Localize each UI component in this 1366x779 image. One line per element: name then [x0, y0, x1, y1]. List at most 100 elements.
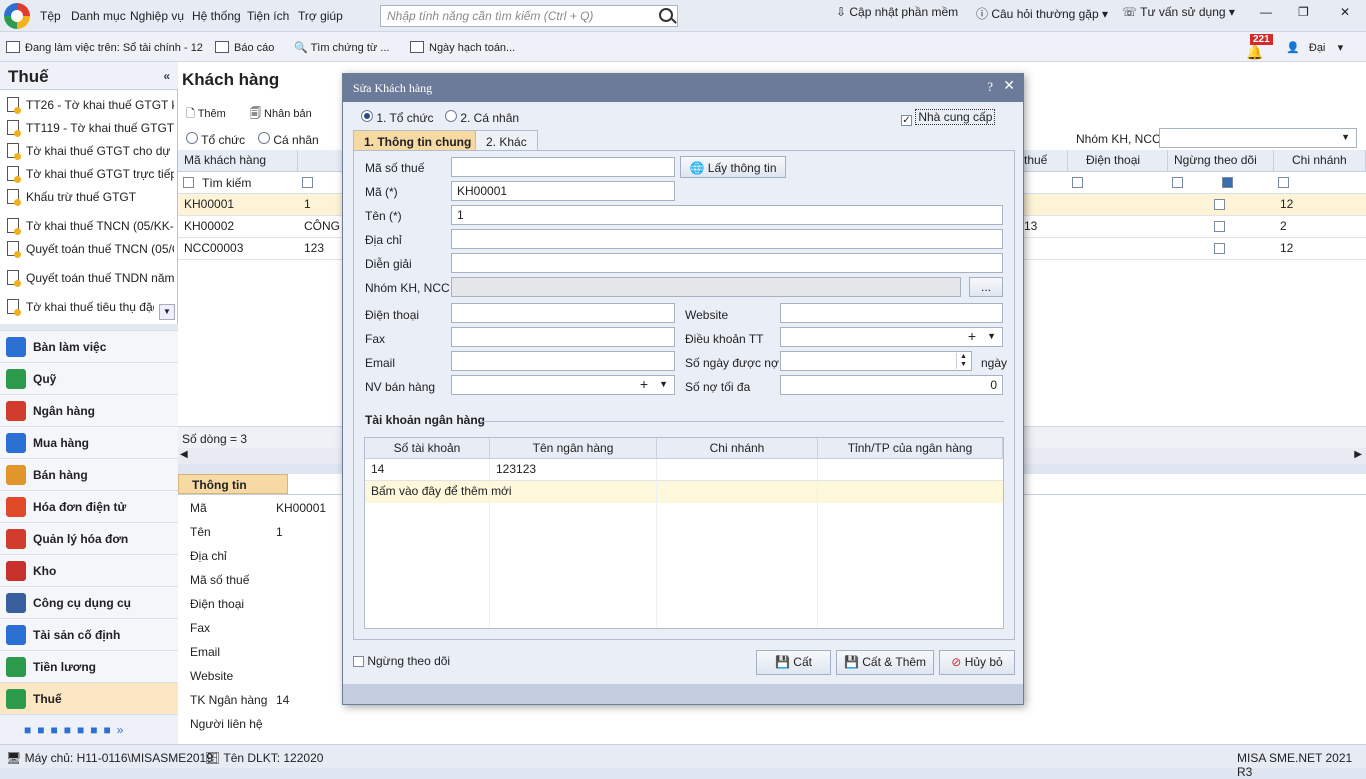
filter-checkbox[interactable]	[1072, 177, 1083, 188]
code-input[interactable]: KH00001	[451, 181, 675, 201]
dialog-close-icon[interactable]: ✕	[1003, 78, 1015, 95]
restore-icon[interactable]: ❐	[1298, 5, 1309, 19]
tax-item[interactable]: Tờ khai thuế tiêu thụ đặc biệt	[4, 297, 154, 319]
col-phone-header[interactable]: Điện thoại	[1068, 150, 1168, 172]
bank-col-branch[interactable]: Chi nhánh	[657, 438, 818, 459]
user-menu[interactable]: 👤 Đại ▾	[1286, 41, 1343, 54]
consult-button[interactable]: ☏ Tư vấn sử dụng ▾	[1122, 5, 1235, 19]
website-input[interactable]	[780, 303, 1003, 323]
bank-col-account[interactable]: Số tài khoản	[365, 438, 490, 459]
bell-icon[interactable]: 🔔	[1246, 44, 1263, 61]
tax-item[interactable]: Tờ khai thuế GTGT cho dự án	[4, 141, 174, 163]
module-einvoice[interactable]: Hóa đơn điện tử	[0, 490, 178, 522]
stop-tracking-checkbox[interactable]: Ngừng theo dõi	[353, 654, 450, 668]
search-row-label[interactable]: Tìm kiếm	[202, 176, 251, 190]
faq-button[interactable]: ⓘ Câu hỏi thường gặp ▾	[976, 5, 1108, 22]
tax-item[interactable]: TT26 - Tờ khai thuế GTGT khấu trừ	[4, 95, 174, 117]
org-radio[interactable]: 1. Tổ chức	[361, 110, 434, 125]
collapse-icon[interactable]: «	[163, 69, 170, 83]
detail-tab-general[interactable]: Thông tin chung	[178, 474, 288, 506]
col-code-header[interactable]: Mã khách hàng	[178, 150, 298, 172]
dropdown-icon[interactable]: ▼	[987, 331, 996, 341]
module-tools[interactable]: Công cụ dụng cụ	[0, 586, 178, 618]
bank-col-name[interactable]: Tên ngân hàng	[490, 438, 657, 459]
menu-file[interactable]: Tệp	[40, 9, 61, 23]
filter-checkbox[interactable]	[1172, 177, 1183, 188]
scroll-down-icon[interactable]: ▼	[159, 304, 175, 320]
module-assets[interactable]: Tài sản cố định	[0, 618, 178, 650]
scroll-left-icon[interactable]: ◀	[180, 449, 188, 460]
spin-icon[interactable]: ▲ ▼	[956, 353, 970, 369]
group-input[interactable]	[451, 277, 961, 297]
add-new-row[interactable]: Bấm vào đây để thêm mới	[365, 481, 1003, 503]
menu-catalog[interactable]: Danh mục	[71, 9, 126, 23]
accounting-date-button[interactable]: Ngày hạch toán...	[410, 41, 515, 54]
group-filter-select[interactable]: ▼	[1159, 128, 1357, 148]
module-shortcut-bar[interactable]: ■■■■■■■»	[0, 714, 178, 744]
module-purchase[interactable]: Mua hàng	[0, 426, 178, 458]
feature-search-input[interactable]: Nhập tính năng cần tìm kiếm (Ctrl + Q)	[380, 5, 678, 27]
email-input[interactable]	[451, 351, 675, 371]
tax-item[interactable]: Tờ khai thuế GTGT trực tiếp	[4, 164, 174, 186]
update-button[interactable]: ⇩ Cập nhật phần mềm	[836, 5, 958, 19]
filter-person-radio[interactable]: Cá nhân	[258, 132, 319, 147]
stop-checkbox[interactable]	[1214, 243, 1225, 254]
cancel-button[interactable]: ⊘ Hủy bỏ	[939, 650, 1015, 675]
col-branch-header[interactable]: Chi nhánh	[1274, 150, 1366, 172]
filter-checkbox[interactable]	[183, 177, 194, 188]
minimize-icon[interactable]: —	[1260, 5, 1272, 19]
bank-row[interactable]: 14 123123	[365, 459, 1003, 481]
staff-select[interactable]: + ▼	[451, 375, 675, 395]
menu-utilities[interactable]: Tiện ích	[247, 9, 289, 23]
menu-help[interactable]: Trợ giúp	[298, 9, 343, 23]
module-warehouse[interactable]: Kho	[0, 554, 178, 586]
terms-select[interactable]: + ▼	[780, 327, 1003, 347]
save-button[interactable]: 💾 Cất	[756, 650, 831, 675]
fax-input[interactable]	[451, 327, 675, 347]
days-stepper[interactable]: ▲ ▼	[780, 351, 972, 371]
module-invoice-mgmt[interactable]: Quản lý hóa đơn	[0, 522, 178, 554]
dropdown-icon[interactable]: ▼	[659, 379, 668, 389]
add-button[interactable]: 🗋 Thêm	[186, 105, 226, 124]
phone-input[interactable]	[451, 303, 675, 323]
stop-checkbox[interactable]	[1214, 221, 1225, 232]
module-cash[interactable]: Quỹ	[0, 362, 178, 394]
tax-item[interactable]: Khấu trừ thuế GTGT	[4, 187, 174, 209]
get-info-button[interactable]: 🌐 Lấy thông tin	[680, 156, 786, 178]
menu-operations[interactable]: Nghiệp vụ	[130, 9, 184, 23]
person-radio[interactable]: 2. Cá nhân	[445, 110, 519, 125]
filter-checkbox[interactable]	[1222, 177, 1233, 188]
menu-system[interactable]: Hệ thống	[192, 9, 241, 23]
filter-checkbox[interactable]	[1278, 177, 1289, 188]
plus-icon[interactable]: +	[968, 328, 976, 344]
tax-item[interactable]: Quyết toán thuế TNCN (05/QTT)	[4, 239, 174, 261]
module-tax[interactable]: Thuế	[0, 682, 178, 714]
tax-item[interactable]: Tờ khai thuế TNCN (05/KK-TNCN)	[4, 216, 174, 238]
stop-checkbox[interactable]	[1214, 199, 1225, 210]
supplier-checkbox[interactable]: ✓ Nhà cung cấp	[901, 109, 996, 126]
col-stop-header[interactable]: Ngừng theo dõi	[1168, 150, 1274, 172]
bank-col-province[interactable]: Tỉnh/TP của ngân hàng	[818, 438, 1003, 459]
module-salary[interactable]: Tiền lương	[0, 650, 178, 682]
duplicate-button[interactable]: 🗐 Nhân bản	[250, 105, 312, 124]
module-sales[interactable]: Bán hàng	[0, 458, 178, 490]
filter-org-radio[interactable]: Tổ chức	[186, 132, 245, 147]
report-button[interactable]: Báo cáo	[215, 41, 274, 54]
tax-item[interactable]: Quyết toán thuế TNDN năm	[4, 268, 174, 290]
description-input[interactable]	[451, 253, 1003, 273]
search-icon[interactable]	[659, 8, 673, 22]
find-document-button[interactable]: 🔍 Tìm chứng từ ...	[294, 41, 389, 54]
working-on-label[interactable]: Đang làm việc trên: Sổ tài chính - 12	[6, 41, 203, 54]
save-add-button[interactable]: 💾 Cất & Thêm	[836, 650, 934, 675]
close-icon[interactable]: ✕	[1340, 5, 1350, 19]
module-desk[interactable]: Bàn làm việc	[0, 330, 178, 362]
col-tax-header[interactable]: thuế	[1018, 150, 1068, 172]
max-debt-input[interactable]: 0	[780, 375, 1003, 395]
tax-item[interactable]: TT119 - Tờ khai thuế GTGT khấu trừ	[4, 118, 174, 140]
address-input[interactable]	[451, 229, 1003, 249]
filter-checkbox[interactable]	[302, 177, 313, 188]
plus-icon[interactable]: +	[640, 376, 648, 392]
module-bank[interactable]: Ngân hàng	[0, 394, 178, 426]
help-icon[interactable]: ?	[987, 79, 993, 95]
tax-code-input[interactable]	[451, 157, 675, 177]
